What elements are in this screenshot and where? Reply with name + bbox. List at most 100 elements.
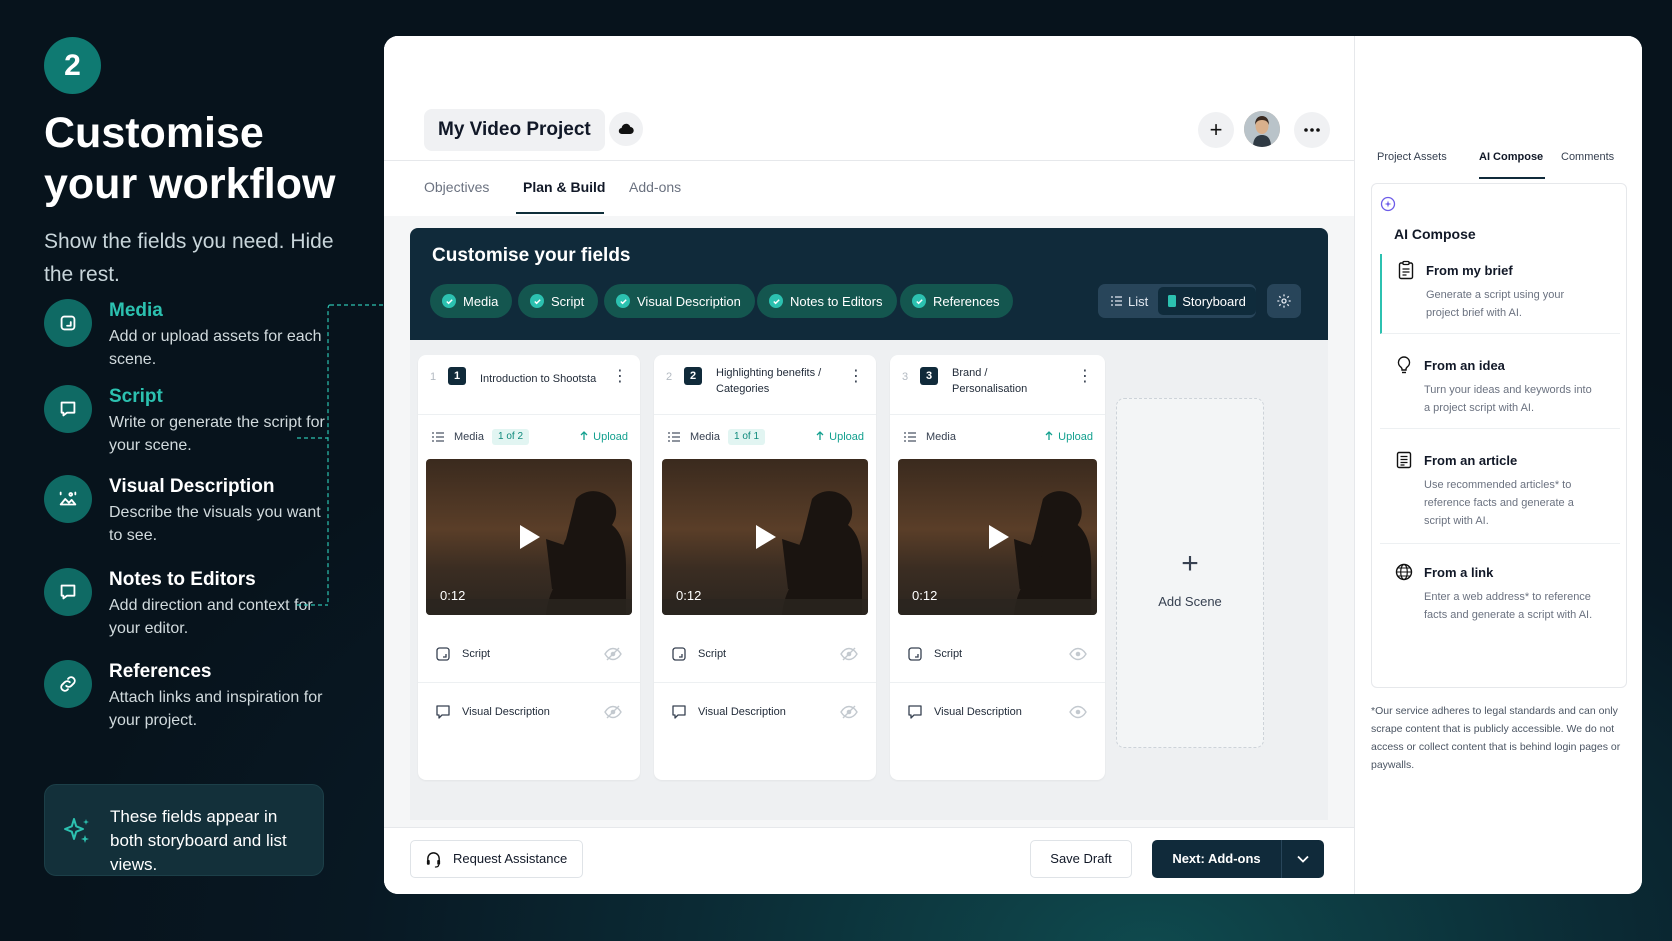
script-icon [436,647,450,661]
visibility-eye-icon[interactable] [840,647,858,661]
feature-title: Visual Description [109,476,275,497]
chip-visual-description[interactable]: Visual Description [604,284,755,318]
chat-bubble-icon [44,385,92,433]
project-title[interactable]: My Video Project [424,109,605,151]
script-field-row: Script [654,625,876,683]
visibility-eye-icon[interactable] [1069,705,1087,719]
link-icon [44,660,92,708]
clipboard-icon [1398,260,1414,280]
media-count-badge: 1 of 1 [728,429,766,445]
upload-icon [816,431,824,440]
avatar[interactable] [1244,111,1280,147]
media-label: Media [690,431,720,443]
upload-button[interactable]: Upload [579,431,628,443]
main-area: My Video Project + Objectives Plan & Bui… [384,36,1354,894]
globe-icon [1395,563,1413,581]
media-icon [44,299,92,347]
visibility-eye-icon[interactable] [840,705,858,719]
visibility-eye-icon[interactable] [604,705,622,719]
tab-project-assets[interactable]: Project Assets [1377,151,1447,163]
media-count-badge: 1 of 2 [492,429,530,445]
tab-objectives[interactable]: Objectives [424,179,489,195]
scene-number: 2 [684,367,702,385]
video-thumbnail[interactable]: 0:12 [898,459,1097,615]
scene-menu-icon[interactable]: ⋮ [612,369,628,385]
scene-card: 2 2 Highlighting benefits / Categories ⋮… [654,355,876,780]
tab-add-ons[interactable]: Add-ons [629,179,681,195]
tab-comments[interactable]: Comments [1561,151,1614,163]
chip-notes-to-editors[interactable]: Notes to Editors [757,284,897,318]
visibility-eye-icon[interactable] [604,647,622,661]
option-from-my-brief[interactable]: From my brief Generate a script using yo… [1380,254,1620,334]
legal-disclaimer: *Our service adheres to legal standards … [1371,705,1621,771]
scene-title[interactable]: Brand / Personalisation [952,365,1042,397]
article-icon [1396,451,1412,469]
list-icon [1111,296,1122,306]
next-add-ons-button[interactable]: Next: Add-ons [1152,840,1282,878]
option-from-an-idea[interactable]: From an idea Turn your ideas and keyword… [1380,349,1620,429]
option-title: From a link [1424,565,1494,580]
sparkle-icon [64,818,89,843]
play-icon[interactable] [520,525,540,549]
option-desc: Use recommended articles* to reference f… [1424,479,1574,527]
chip-references[interactable]: References [900,284,1014,318]
video-duration: 0:12 [440,588,466,603]
upload-button[interactable]: Upload [1044,431,1093,443]
visibility-eye-icon[interactable] [1069,647,1087,661]
scene-menu-icon[interactable]: ⋮ [848,369,864,385]
visual-description-label: Visual Description [934,706,1022,718]
video-thumbnail[interactable]: 0:12 [426,459,632,615]
scene-number: 1 [448,367,466,385]
request-assistance-button[interactable]: Request Assistance [410,840,584,878]
option-from-a-link[interactable]: From a link Enter a web address* to refe… [1380,556,1620,656]
list-view-button[interactable]: List [1101,287,1158,315]
option-desc: Enter a web address* to reference facts … [1424,591,1593,621]
ai-sparkle-icon [1380,196,1396,212]
scene-title[interactable]: Introduction to Shootsta [480,371,610,387]
visual-description-icon [436,705,450,719]
add-scene-button[interactable]: + Add Scene [1116,398,1264,748]
media-label: Media [454,431,484,443]
settings-gear-icon[interactable] [1267,284,1301,318]
play-icon[interactable] [988,525,1009,549]
tab-ai-compose[interactable]: AI Compose [1479,151,1543,163]
save-draft-button[interactable]: Save Draft [1030,840,1132,878]
check-icon [616,294,630,308]
cloud-save-icon[interactable] [609,112,643,146]
chip-script[interactable]: Script [518,284,599,318]
add-icon[interactable]: + [1198,112,1234,148]
video-thumbnail[interactable]: 0:12 [662,459,868,615]
panel-title: Customise your fields [432,245,631,266]
more-options-icon[interactable] [1294,112,1330,148]
upload-icon [580,431,588,440]
script-label: Script [462,648,491,660]
storyboard-view-button[interactable]: Storyboard [1158,287,1256,315]
customise-fields-panel: Customise your fields Media Script Visua… [410,228,1328,340]
chevron-down-icon[interactable] [1282,840,1324,878]
media-row: Media 1 of 2 Upload [418,415,640,459]
list-icon [668,432,680,442]
scene-number: 3 [920,367,938,385]
headline: Customise your workflow [44,109,336,208]
add-scene-label: Add Scene [1158,594,1222,609]
scene-card: 3 3 Brand / Personalisation ⋮ Media Uplo… [890,355,1105,780]
feature-title: Script [109,386,163,407]
tab-plan-build[interactable]: Plan & Build [523,179,605,195]
scene-menu-icon[interactable]: ⋮ [1077,369,1093,385]
media-row: Media Upload [890,415,1105,459]
next-button-group: Next: Add-ons [1152,840,1324,878]
scene-index: 3 [902,371,909,383]
app-window: My Video Project + Objectives Plan & Bui… [384,36,1642,894]
chip-media[interactable]: Media [430,284,513,318]
feature-title: Media [109,300,163,321]
side-panel: Project Assets AI Compose Comments AI Co… [1354,36,1642,894]
upload-button[interactable]: Upload [815,431,864,443]
image-icon [44,475,92,523]
option-desc: Turn your ideas and keywords into a proj… [1424,384,1592,414]
play-icon[interactable] [756,525,776,549]
scene-title[interactable]: Highlighting benefits / Categories [716,365,846,397]
option-from-an-article[interactable]: From an article Use recommended articles… [1380,444,1620,544]
active-tab-underline [516,212,604,214]
chip-label: Script [551,293,585,309]
option-desc: Generate a script using your project bri… [1426,289,1565,319]
